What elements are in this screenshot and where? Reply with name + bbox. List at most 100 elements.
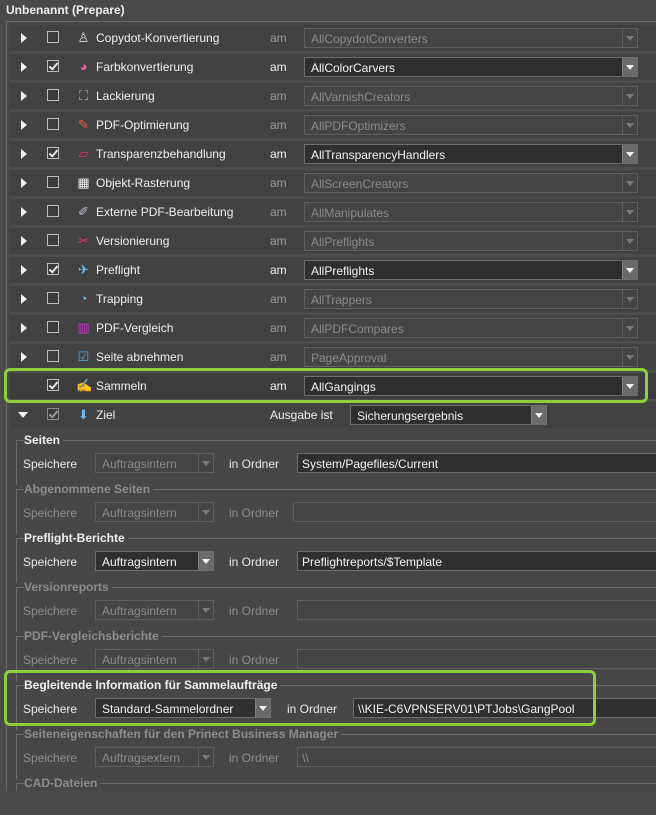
- step-select[interactable]: AllManipulates: [304, 202, 638, 222]
- step-checkbox[interactable]: [47, 263, 59, 275]
- step-select[interactable]: AllPDFCompares: [304, 318, 638, 338]
- step-select[interactable]: AllVarnishCreators: [304, 86, 638, 106]
- store-mode-select[interactable]: Auftragsintern: [95, 600, 214, 620]
- expand-arrow-icon[interactable]: [21, 323, 27, 333]
- chevron-down-icon[interactable]: [622, 261, 637, 279]
- step-select[interactable]: AllPDFOptimizers: [304, 115, 638, 135]
- expand-arrow-icon[interactable]: [21, 33, 27, 43]
- target-row[interactable]: ⬇ Ziel Ausgabe ist Sicherungsergebnis: [10, 402, 656, 428]
- step-select-value: AllPDFCompares: [311, 322, 404, 336]
- highlight-sammeln: [4, 368, 648, 403]
- transparency-icon: ▱: [78, 146, 89, 161]
- output-section: Seiteneigenschaften für den Prinect Busi…: [16, 727, 656, 779]
- step-row[interactable]: ✐ Externe PDF-Bearbeitung am AllManipulates: [10, 199, 656, 228]
- output-section: Versionreports Speichere Auftragsintern in …: [16, 580, 656, 632]
- output-select-value: Sicherungsergebnis: [357, 409, 464, 423]
- chevron-down-icon[interactable]: [198, 454, 213, 472]
- step-checkbox[interactable]: [47, 176, 59, 188]
- folder-input[interactable]: Preflightreports/$Template: [297, 551, 656, 571]
- chevron-down-icon[interactable]: [622, 116, 637, 134]
- expand-arrow-icon[interactable]: [21, 120, 27, 130]
- collapse-arrow-icon[interactable]: [18, 412, 28, 418]
- step-select-value: AllPreflights: [311, 264, 375, 278]
- step-row[interactable]: ✈ Preflight am AllPreflights: [10, 257, 656, 286]
- step-select[interactable]: AllCopydotConverters: [304, 28, 638, 48]
- folder-input[interactable]: [297, 649, 656, 669]
- store-mode-value: Auftragsextern: [102, 751, 181, 765]
- step-checkbox[interactable]: [47, 118, 59, 130]
- versioning-icon: ✂: [78, 233, 89, 248]
- folder-input[interactable]: [297, 600, 656, 620]
- step-select[interactable]: AllTransparencyHandlers: [304, 144, 638, 164]
- folder-label: in Ordner: [229, 604, 280, 618]
- store-mode-select[interactable]: Auftragsintern: [95, 502, 214, 522]
- step-checkbox[interactable]: [47, 31, 59, 43]
- chevron-down-icon[interactable]: [622, 58, 637, 76]
- expand-arrow-icon[interactable]: [21, 294, 27, 304]
- chevron-down-icon[interactable]: [198, 503, 213, 521]
- folder-input[interactable]: System/Pagefiles/Current: [297, 453, 656, 473]
- chevron-down-icon[interactable]: [622, 319, 637, 337]
- expand-arrow-icon[interactable]: [21, 62, 27, 72]
- expand-arrow-icon[interactable]: [21, 352, 27, 362]
- expand-arrow-icon[interactable]: [21, 91, 27, 101]
- expand-arrow-icon[interactable]: [21, 265, 27, 275]
- step-row[interactable]: ✂ Versionierung am AllPreflights: [10, 228, 656, 257]
- store-mode-select[interactable]: Auftragsintern: [95, 649, 214, 669]
- step-select[interactable]: AllTrappers: [304, 289, 638, 309]
- chevron-down-icon[interactable]: [622, 290, 637, 308]
- step-row[interactable]: ⛶ Lackierung am AllVarnishCreators: [10, 83, 656, 112]
- store-mode-select[interactable]: Auftragsintern: [95, 453, 214, 473]
- step-row[interactable]: ◕ Farbkonvertierung am AllColorCarvers: [10, 54, 656, 83]
- chevron-down-icon[interactable]: [622, 203, 637, 221]
- step-row[interactable]: ▥ PDF-Vergleich am AllPDFCompares: [10, 315, 656, 344]
- step-checkbox[interactable]: [47, 350, 59, 362]
- step-row[interactable]: ▦ Objekt-Rasterung am AllScreenCreators: [10, 170, 656, 199]
- step-row[interactable]: ✎ PDF-Optimierung am AllPDFOptimizers: [10, 112, 656, 141]
- step-checkbox[interactable]: [47, 60, 59, 72]
- step-checkbox[interactable]: [47, 89, 59, 101]
- step-row[interactable]: ♙ Copydot-Konvertierung am AllCopydotConver…: [10, 25, 656, 54]
- pdf-compare-icon: ▥: [77, 320, 90, 335]
- store-label: Speichere: [23, 604, 78, 618]
- expand-arrow-icon[interactable]: [21, 178, 27, 188]
- chevron-down-icon[interactable]: [198, 650, 213, 668]
- section-title: Abgenommene Seiten: [24, 482, 154, 496]
- step-checkbox[interactable]: [47, 234, 59, 246]
- store-mode-select[interactable]: Auftragsintern: [95, 551, 214, 571]
- step-label: Preflight: [96, 263, 141, 277]
- chevron-down-icon[interactable]: [198, 748, 213, 766]
- chevron-down-icon[interactable]: [198, 552, 213, 570]
- chevron-down-icon[interactable]: [531, 406, 546, 424]
- step-checkbox[interactable]: [47, 321, 59, 333]
- varnish-icon: ⛶: [78, 88, 89, 103]
- chevron-down-icon[interactable]: [198, 601, 213, 619]
- step-select[interactable]: AllPreflights: [304, 231, 638, 251]
- step-checkbox[interactable]: [47, 205, 59, 217]
- step-select[interactable]: PageApproval: [304, 347, 638, 367]
- chevron-down-icon[interactable]: [622, 232, 637, 250]
- step-am-label: am: [270, 350, 287, 364]
- expand-arrow-icon[interactable]: [21, 207, 27, 217]
- expand-arrow-icon[interactable]: [21, 236, 27, 246]
- step-checkbox[interactable]: [47, 292, 59, 304]
- step-am-label: am: [270, 89, 287, 103]
- chevron-down-icon[interactable]: [622, 29, 637, 47]
- folder-input[interactable]: [293, 502, 656, 522]
- highlight-gang-info: [4, 670, 596, 726]
- step-checkbox[interactable]: [47, 147, 59, 159]
- step-select[interactable]: AllScreenCreators: [304, 173, 638, 193]
- chevron-down-icon[interactable]: [622, 87, 637, 105]
- step-select[interactable]: AllColorCarvers: [304, 57, 638, 77]
- step-select[interactable]: AllPreflights: [304, 260, 638, 280]
- expand-arrow-icon[interactable]: [21, 149, 27, 159]
- folder-input[interactable]: \\: [297, 747, 656, 767]
- step-row[interactable]: ▱ Transparenzbehandlung am AllTransparencyH…: [10, 141, 656, 170]
- store-mode-select[interactable]: Auftragsextern: [95, 747, 214, 767]
- chevron-down-icon[interactable]: [622, 145, 637, 163]
- chevron-down-icon[interactable]: [622, 174, 637, 192]
- chevron-down-icon[interactable]: [622, 348, 637, 366]
- output-select[interactable]: Sicherungsergebnis: [350, 405, 547, 425]
- step-row[interactable]: ◔ Trapping am AllTrappers: [10, 286, 656, 315]
- section-title: Preflight-Berichte: [24, 531, 128, 545]
